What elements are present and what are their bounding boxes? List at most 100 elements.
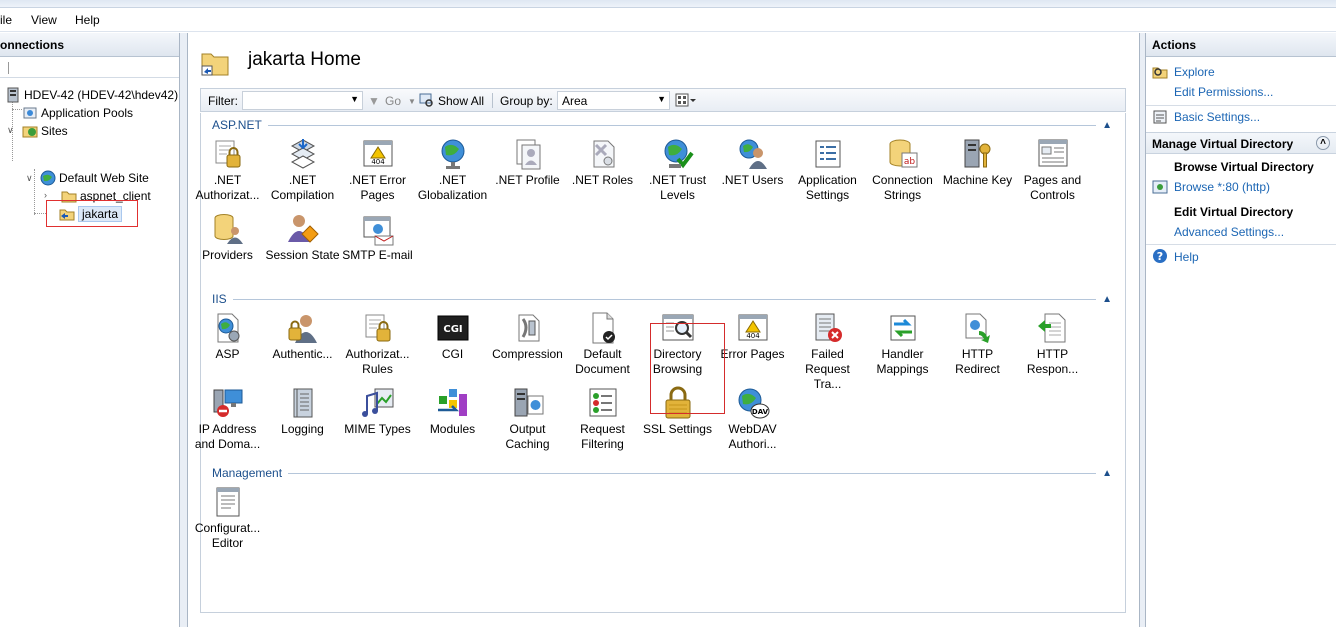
connections-pane: onnections HDEV-42 (HDEV-42\hdev42) Appl… [0,33,180,627]
group-aspnet[interactable]: ASP.NET ▲ [212,118,1112,132]
roles-icon [586,137,620,171]
group-iis-title: IIS [212,292,227,306]
tree-default-web-site[interactable]: Default Web Site [40,169,149,187]
aspnet-feature-machine-key[interactable]: Machine Key [940,137,1015,188]
iis-feature-output-caching[interactable]: Output Caching [490,386,565,452]
go-filter-icon[interactable]: ▼ [368,94,380,108]
server-icon [5,87,21,103]
basic-settings-link[interactable]: Basic Settings... [1174,110,1260,124]
aspnet-feature-net-profile[interactable]: .NET Profile [490,137,565,188]
aspnet-feature-providers[interactable]: Providers [190,212,265,263]
advanced-settings-link[interactable]: Advanced Settings... [1174,225,1284,239]
iis-feature-ip-address-and-doma[interactable]: IP Address and Doma... [190,386,265,452]
iis-feature-cgi[interactable]: CGI CGI [415,311,490,362]
aspnet-feature-net-roles[interactable]: .NET Roles [565,137,640,188]
logging-icon [286,386,320,420]
tree-default-web-site-label: Default Web Site [59,171,149,185]
feature-label: Default Document [575,347,630,376]
tree-sites[interactable]: Sites [22,122,68,140]
iis-feature-logging[interactable]: Logging [265,386,340,437]
filter-input[interactable]: ▼ [242,91,363,110]
home-folder-icon [200,47,230,77]
go-button[interactable]: Go [385,94,401,108]
aspnet-client-expand-icon[interactable]: › [44,190,47,200]
manage-vdir-section[interactable]: Manage Virtual Directory ˄ [1146,132,1336,154]
iis-feature-authentic[interactable]: Authentic... [265,311,340,362]
sites-expand-icon[interactable]: ∨ [7,125,14,136]
feature-label: Connection Strings [872,173,933,202]
authentication-icon [286,311,320,345]
feature-label: .NET Profile [495,173,560,187]
iis-feature-error-pages[interactable]: 404 Error Pages [715,311,790,362]
aspnet-feature-net-trust-levels[interactable]: .NET Trust Levels [640,137,715,203]
aspnet-feature-connection-strings[interactable]: ab Connection Strings [865,137,940,203]
group-management[interactable]: Management ▲ [212,466,1112,480]
iis-feature-asp[interactable]: ASP [190,311,265,362]
directory-browsing-highlight-box [650,323,725,414]
modules-icon [436,386,470,420]
mgmt-feature-configurat-editor[interactable]: Configurat... Editor [190,485,265,551]
collapse-aspnet-icon[interactable]: ▲ [1102,120,1112,131]
lock-icon [211,137,245,171]
iis-feature-request-filtering[interactable]: Request Filtering [565,386,640,452]
view-mode-icon[interactable] [675,92,697,111]
feature-label: Configurat... Editor [194,521,261,550]
feature-label: HTTP Redirect [955,347,1000,376]
feature-label: .NET Error Pages [348,173,407,202]
go-dropdown-icon[interactable]: ▼ [408,97,416,106]
filter-toolbar: Filter: ▼ ▼ Go ▼ Show All Group by: Area… [200,88,1126,112]
collapse-iis-icon[interactable]: ▲ [1102,294,1112,305]
aspnet-feature-application-settings[interactable]: Application Settings [790,137,865,203]
request-filtering-icon [586,386,620,420]
aspnet-feature-net-compilation[interactable]: .NET Compilation [265,137,340,203]
group-iis[interactable]: IIS ▲ [212,292,1112,306]
feature-label: Handler Mappings [876,347,929,376]
svg-text:ab: ab [903,157,915,167]
collapse-section-icon[interactable]: ˄ [1316,136,1330,150]
menu-view[interactable]: View [31,13,57,27]
iis-feature-mime-types[interactable]: MIME Types [340,386,415,437]
feature-label: .NET Compilation [270,173,335,202]
iis-feature-webdav-authori[interactable]: DAV WebDAV Authori... [715,386,790,452]
aspnet-feature-session-state[interactable]: Session State [265,212,340,263]
explore-link[interactable]: Explore [1174,65,1215,79]
feature-label: Authentic... [272,347,333,361]
edit-permissions-link[interactable]: Edit Permissions... [1174,85,1273,99]
iis-feature-default-document[interactable]: Default Document [565,311,640,377]
feature-label: Authorizat... Rules [345,347,410,376]
feature-label: .NET Users [721,173,784,187]
feature-label: Session State [265,248,340,262]
aspnet-feature-smtp-e-mail[interactable]: SMTP E-mail [340,212,415,263]
tree-server[interactable]: HDEV-42 (HDEV-42\hdev42) [5,86,178,104]
splitter-left[interactable] [180,33,187,627]
collapse-management-icon[interactable]: ▲ [1102,468,1112,479]
browse-80-link[interactable]: Browse *:80 (http) [1174,180,1270,194]
aspnet-feature-net-authorizat[interactable]: .NET Authorizat... [190,137,265,203]
pages-controls-icon [1036,137,1070,171]
help-link[interactable]: Help [1174,250,1199,264]
aspnet-feature-net-users[interactable]: .NET Users [715,137,790,188]
svg-text:CGI: CGI [443,324,462,335]
tree-app-pools[interactable]: Application Pools [22,104,133,122]
iis-feature-http-redirect[interactable]: HTTP Redirect [940,311,1015,377]
aspnet-feature-net-error-pages[interactable]: 404 .NET Error Pages [340,137,415,203]
iis-feature-http-respon[interactable]: HTTP Respon... [1015,311,1090,377]
aspnet-feature-pages-and-controls[interactable]: Pages and Controls [1015,137,1090,203]
sites-icon [22,123,38,139]
group-by-select[interactable]: Area ▼ [557,91,670,110]
iis-feature-modules[interactable]: Modules [415,386,490,437]
default-site-expand-icon[interactable]: ∨ [26,173,33,184]
svg-text:?: ? [1157,250,1163,263]
settings-list-icon [811,137,845,171]
iis-feature-authorizat-rules[interactable]: Authorizat... Rules [340,311,415,377]
aspnet-feature-net-globalization[interactable]: .NET Globalization [415,137,490,203]
menu-help[interactable]: Help [75,13,100,27]
tree-app-pools-label: Application Pools [41,106,134,120]
selection-highlight-box [46,200,138,227]
default-document-icon [586,311,620,345]
iis-feature-failed-request-tra[interactable]: Failed Request Tra... [790,311,865,392]
iis-feature-handler-mappings[interactable]: Handler Mappings [865,311,940,377]
iis-feature-compression[interactable]: Compression [490,311,565,362]
show-all-button[interactable]: Show All [438,94,484,108]
menu-file[interactable]: ile [0,13,12,27]
